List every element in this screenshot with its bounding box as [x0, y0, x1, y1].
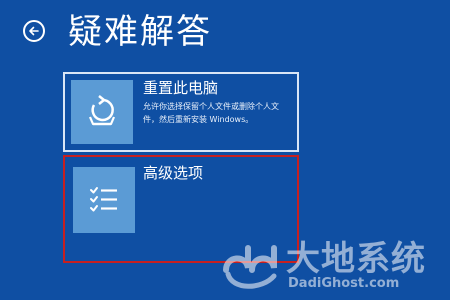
checklist-icon	[90, 187, 117, 212]
reset-pc-option[interactable]: 重置此电脑 允许你选择保留个人文件或删除个人文件，然后重新安装 Windows。	[63, 72, 299, 152]
page-title: 疑难解答	[68, 12, 212, 52]
back-button[interactable]	[23, 20, 45, 42]
back-arrow-icon	[29, 26, 39, 36]
reset-pc-title: 重置此电脑	[143, 79, 219, 97]
advanced-options-title: 高级选项	[143, 164, 204, 182]
reset-tile	[71, 80, 133, 144]
advanced-tile	[73, 167, 135, 233]
watermark-url: DadiGhost.com	[288, 276, 400, 291]
watermark: 大地系统 DadiGhost.com	[222, 240, 442, 296]
watermark-logo-icon	[223, 245, 277, 289]
watermark-brand: 大地系统	[286, 239, 426, 279]
reset-pc-description: 允许你选择保留个人文件或删除个人文件，然后重新安装 Windows。	[143, 102, 279, 124]
reset-pc-icon	[88, 95, 116, 126]
